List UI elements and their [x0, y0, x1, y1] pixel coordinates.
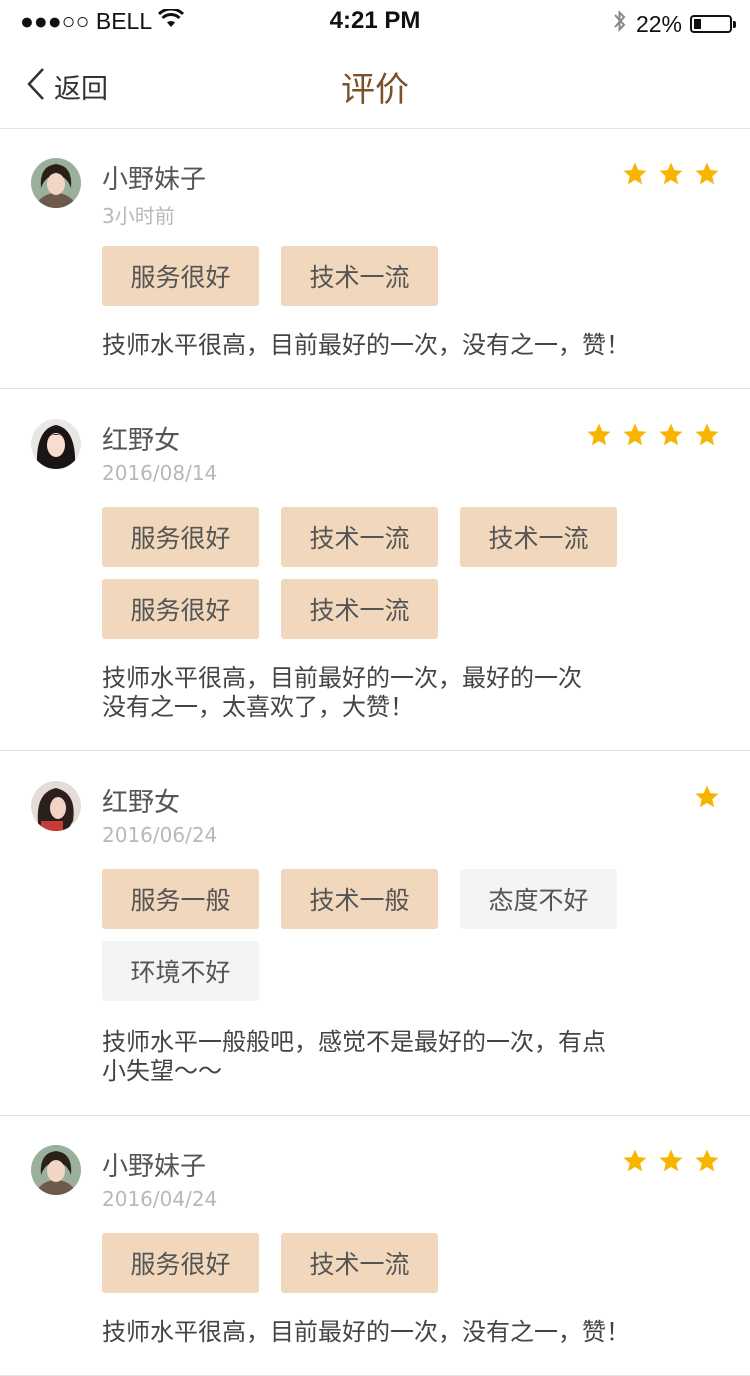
review-tag[interactable]: 服务很好	[102, 1233, 259, 1293]
nav-bar: 返回 评价	[0, 44, 750, 129]
review-tag[interactable]: 态度不好	[460, 869, 617, 929]
review-date: 3小时前	[102, 204, 175, 228]
review-comment: 技师水平很高，目前最好的一次，最好的一次 没有之一，太喜欢了，大赞！	[102, 664, 642, 722]
tag-list: 服务很好 技术一流	[102, 246, 662, 306]
comment-line: 技师水平很高，目前最好的一次，最好的一次	[102, 664, 582, 692]
reviewer-name: 红野女	[102, 426, 181, 456]
review-item: 小野妹子 2016/04/24 服务很好 技术一流 技师水平很高，目前最好的一次，…	[0, 1116, 750, 1376]
review-date: 2016/06/24	[102, 823, 218, 847]
review-tag[interactable]: 技术一流	[281, 507, 438, 567]
comment-line: 技师水平很高，目前最好的一次，没有之一，赞！	[102, 331, 630, 359]
star-icon	[623, 162, 647, 185]
star-icon	[695, 162, 719, 185]
review-tag[interactable]: 技术一流	[460, 507, 617, 567]
avatar	[31, 158, 81, 208]
reviewer-name: 小野妹子	[102, 165, 207, 195]
review-comment: 技师水平很高，目前最好的一次，没有之一，赞！	[102, 1318, 642, 1347]
comment-line: 没有之一，太喜欢了，大赞！	[102, 693, 414, 721]
avatar	[31, 1145, 81, 1195]
bluetooth-icon	[612, 8, 628, 40]
review-tag[interactable]: 环境不好	[102, 941, 259, 1001]
star-icon	[623, 1149, 647, 1172]
star-icon	[695, 423, 719, 446]
review-tag[interactable]: 服务很好	[102, 579, 259, 639]
star-icon	[587, 423, 611, 446]
review-item: 小野妹子 3小时前 服务很好 技术一流 技师水平很高，目前最好的一次，没有之一，赞…	[0, 129, 750, 389]
review-tag[interactable]: 技术一流	[281, 1233, 438, 1293]
review-item: 红野女 2016/08/14 服务很好 技术一流 技术一流 服务很好 技术一流 技师水平…	[0, 390, 750, 751]
rating-stars	[694, 784, 720, 810]
review-tag[interactable]: 技术一流	[281, 579, 438, 639]
tag-list: 服务很好 技术一流 技术一流 服务很好 技术一流	[102, 507, 662, 639]
battery-percent: 22%	[635, 10, 682, 37]
review-tag[interactable]: 技术一般	[281, 869, 438, 929]
comment-line: 技师水平很高，目前最好的一次，没有之一，赞！	[102, 1318, 630, 1346]
star-icon	[659, 162, 683, 185]
review-tag[interactable]: 服务很好	[102, 246, 259, 306]
status-bar: ●●●○○ BELL 4:21 PM 22%	[0, 0, 750, 44]
rating-stars	[622, 1148, 720, 1174]
review-comment: 技师水平很高，目前最好的一次，没有之一，赞！	[102, 331, 642, 360]
review-tag[interactable]: 服务很好	[102, 507, 259, 567]
reviewer-name: 红野女	[102, 788, 181, 818]
avatar	[31, 781, 81, 831]
review-tag[interactable]: 服务一般	[102, 869, 259, 929]
rating-stars	[586, 422, 720, 448]
comment-line: 小失望～～	[102, 1057, 222, 1085]
status-right: 22%	[612, 8, 736, 40]
star-icon	[695, 785, 719, 808]
star-icon	[659, 1149, 683, 1172]
rating-stars	[622, 161, 720, 187]
reviewer-name: 小野妹子	[102, 1152, 207, 1182]
tag-list: 服务一般 技术一般 态度不好环境不好	[102, 869, 662, 1001]
review-comment: 技师水平一般般吧，感觉不是最好的一次，有点 小失望～～	[102, 1028, 642, 1086]
page-title: 评价	[341, 70, 409, 110]
review-date: 2016/08/14	[102, 461, 218, 485]
avatar	[31, 419, 81, 469]
review-tag[interactable]: 技术一流	[281, 246, 438, 306]
star-icon	[623, 423, 647, 446]
star-icon	[659, 423, 683, 446]
review-item: 红野女 2016/06/24 服务一般 技术一般 态度不好环境不好 技师水平一般般吧…	[0, 752, 750, 1116]
comment-line: 技师水平一般般吧，感觉不是最好的一次，有点	[102, 1028, 606, 1056]
tag-list: 服务很好 技术一流	[102, 1233, 662, 1293]
review-date: 2016/04/24	[102, 1187, 218, 1211]
star-icon	[695, 1149, 719, 1172]
battery-icon	[690, 15, 736, 33]
